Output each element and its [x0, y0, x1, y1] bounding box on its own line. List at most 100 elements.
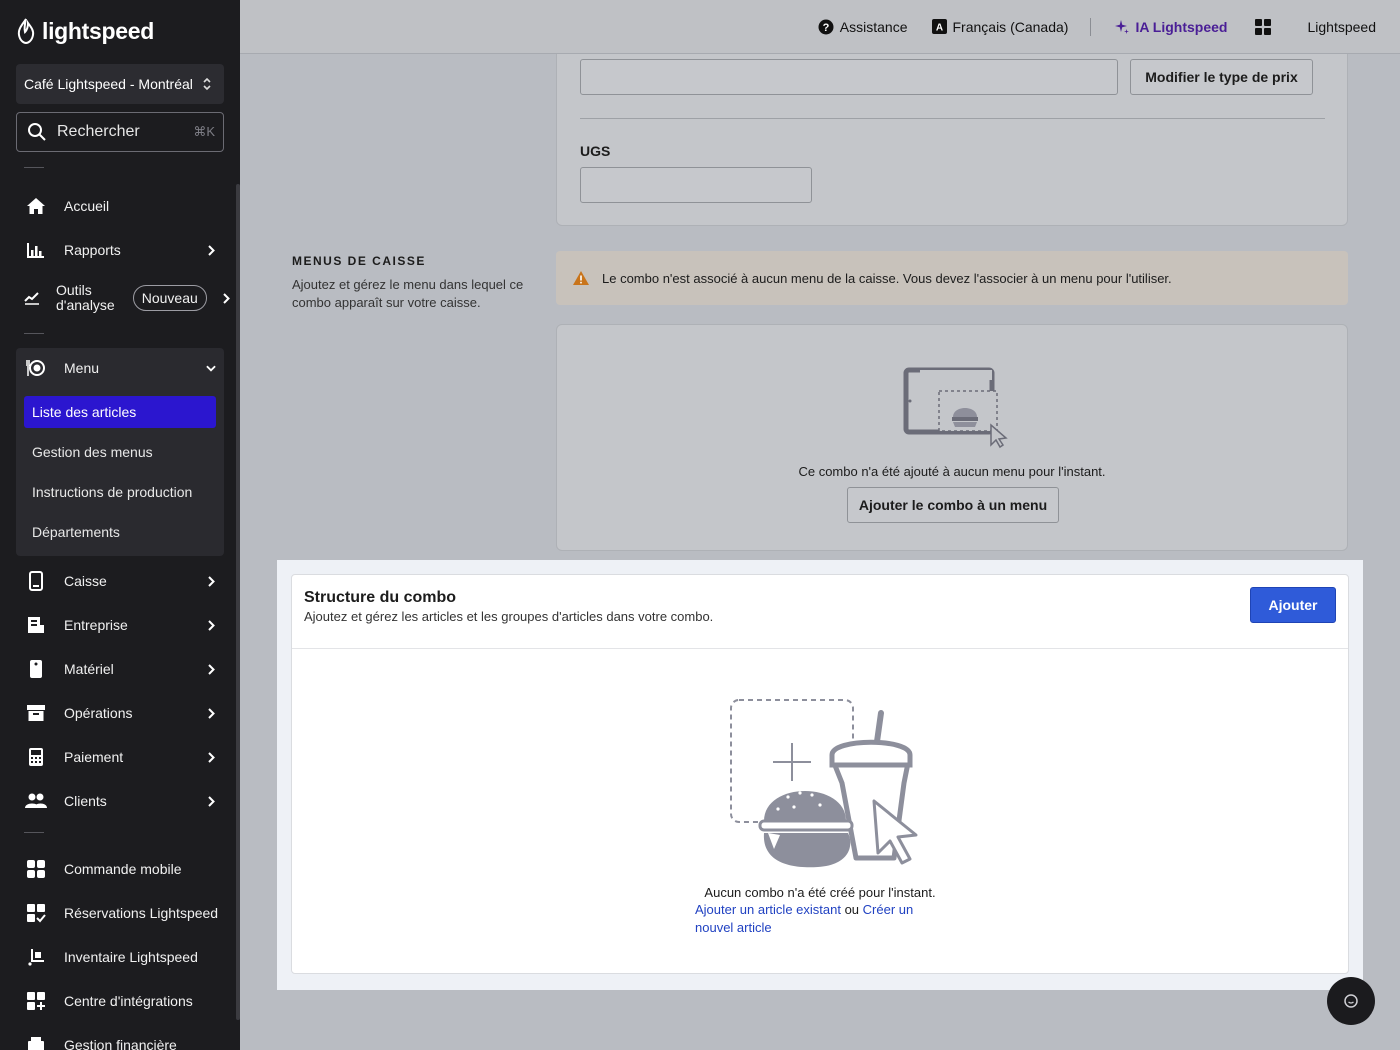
nav-materiel[interactable]: Matériel: [16, 649, 224, 689]
assistance-link[interactable]: ? Assistance: [818, 19, 908, 35]
svg-text:?: ?: [822, 22, 829, 34]
assistance-label: Assistance: [839, 18, 908, 35]
inventory-icon: [24, 945, 48, 969]
nav-gestion-financiere[interactable]: Gestion financière: [16, 1025, 224, 1050]
integrations-icon: [24, 989, 48, 1013]
submenu-instructions-production[interactable]: Instructions de production: [24, 476, 216, 508]
language-label: Français (Canada): [952, 18, 1069, 35]
nav-outils-analyse[interactable]: Outils d'analyse Nouveau: [16, 276, 230, 320]
search-input[interactable]: Rechercher ⌘K: [16, 112, 224, 152]
link-separator: ou: [840, 902, 863, 917]
nav-label: Gestion financière: [64, 1037, 177, 1050]
reservations-icon: [24, 901, 48, 925]
account-menu[interactable]: Lightspeed: [1307, 19, 1376, 35]
search-shortcut: ⌘K: [193, 124, 215, 139]
nav-label: Accueil: [64, 198, 110, 214]
modify-price-type-button[interactable]: Modifier le type de prix: [1130, 59, 1313, 95]
chevron-right-icon: [206, 663, 216, 675]
submenu-liste-articles[interactable]: Liste des articles: [24, 396, 216, 428]
up-down-chevron-icon: [203, 77, 211, 91]
bar-chart-icon: [24, 238, 48, 262]
chevron-down-icon: [206, 363, 216, 373]
apps-grid-icon: [1255, 18, 1272, 35]
language-icon: A: [931, 19, 947, 34]
nav-paiement[interactable]: Paiement: [16, 737, 224, 777]
menu-dish-icon: [24, 356, 48, 380]
ugs-label: UGS: [580, 143, 611, 159]
nav-inventaire[interactable]: Inventaire Lightspeed: [16, 937, 224, 977]
add-button[interactable]: Ajouter: [1250, 587, 1336, 623]
chevron-right-icon: [206, 575, 216, 587]
add-combo-to-menu-button[interactable]: Ajouter le combo à un menu: [847, 487, 1059, 523]
menu-group: Menu Liste des articles Gestion des menu…: [16, 348, 224, 556]
sparkle-icon: [1115, 19, 1130, 34]
svg-text:A: A: [935, 23, 942, 34]
chevron-right-icon: [206, 795, 216, 807]
price-input[interactable]: [580, 59, 1118, 95]
chat-bubble-icon: [1344, 994, 1358, 1008]
burger-drink-illustration: [730, 699, 918, 868]
language-selector[interactable]: A Français (Canada): [931, 18, 1069, 35]
nav-label: Centre d'intégrations: [64, 993, 193, 1009]
device-icon: [24, 657, 48, 681]
combo-structure-title: Structure du combo: [304, 589, 457, 606]
nav-rapports[interactable]: Rapports: [16, 230, 224, 270]
logo[interactable]: lightspeed: [16, 14, 154, 48]
nav-entreprise[interactable]: Entreprise: [16, 605, 224, 645]
nav-menu[interactable]: Menu: [16, 348, 224, 388]
nav-label: Réservations Lightspeed: [64, 905, 219, 921]
chevron-right-icon: [206, 619, 216, 631]
nav-label: Opérations: [64, 705, 133, 721]
nav-label: Caisse: [64, 573, 107, 589]
store-name: Café Lightspeed - Montréal: [24, 76, 193, 92]
nav-clients[interactable]: Clients: [16, 781, 224, 821]
nav-reservations[interactable]: Réservations Lightspeed: [16, 893, 224, 933]
submenu-gestion-menus[interactable]: Gestion des menus: [24, 436, 216, 468]
nav-label-line1: Outils: [56, 282, 92, 298]
warning-text: Le combo n'est associé à aucun menu de l…: [602, 270, 1172, 286]
archive-box-icon: [24, 701, 48, 725]
tablet-icon: [24, 569, 48, 593]
account-label: Lightspeed: [1307, 18, 1376, 35]
nav-integrations[interactable]: Centre d'intégrations: [16, 981, 224, 1021]
nav-label: Matériel: [64, 661, 114, 677]
help-icon: ?: [818, 19, 834, 34]
ugs-input[interactable]: [580, 167, 812, 203]
add-existing-article-link[interactable]: Ajouter un article existant: [695, 902, 841, 917]
nav-operations[interactable]: Opérations: [16, 693, 224, 733]
nav-label-line2: d'analyse: [56, 297, 115, 313]
nav-commande-mobile[interactable]: Commande mobile: [16, 849, 224, 889]
nav-label: Inventaire Lightspeed: [64, 949, 198, 965]
combo-structure-card: Structure du combo Ajoutez et gérez les …: [291, 574, 1349, 974]
nav-label-outils: Outils d'analyse: [56, 283, 115, 313]
nav-label: Commande mobile: [64, 861, 182, 877]
new-badge: Nouveau: [132, 285, 207, 311]
nav-label: Menu: [64, 360, 100, 376]
top-bar: ? Assistance A Français (Canada) IA Ligh…: [240, 0, 1400, 54]
sidebar: lightspeed Café Lightspeed - Montréal Re…: [0, 0, 240, 1050]
apps-grid-button[interactable]: [1255, 18, 1272, 35]
combo-empty-text: Aucun combo n'a été créé pour l'instant.: [704, 885, 936, 900]
chat-button[interactable]: [1327, 977, 1375, 1025]
users-icon: [24, 789, 48, 813]
submenu-departements[interactable]: Départements: [24, 516, 216, 548]
nav-caisse[interactable]: Caisse: [16, 561, 224, 601]
ai-lightspeed-button[interactable]: IA Lightspeed: [1115, 19, 1227, 35]
nav-label: Clients: [64, 793, 107, 809]
building-icon: [24, 613, 48, 637]
logo-text: lightspeed: [42, 17, 155, 44]
chevron-right-icon: [223, 292, 230, 304]
nav-label: Paiement: [64, 749, 124, 765]
tablet-burger-illustration: [903, 367, 1008, 449]
combo-empty-links: Ajouter un article existant ou Créer un …: [695, 901, 955, 937]
warning-banner: Le combo n'est associé à aucun menu de l…: [556, 251, 1348, 305]
main-content: Modifier le type de prix UGS MENUS DE CA…: [240, 54, 1400, 1050]
nav-accueil[interactable]: Accueil: [16, 186, 224, 226]
pricing-card: Modifier le type de prix UGS: [556, 54, 1348, 226]
warning-icon: [573, 271, 589, 285]
divider: [24, 167, 44, 168]
section-description: Ajoutez et gérez le menu dans lequel ce …: [292, 277, 524, 310]
store-selector[interactable]: Café Lightspeed - Montréal: [16, 64, 224, 104]
search-icon: [28, 123, 46, 141]
home-icon: [24, 194, 48, 218]
